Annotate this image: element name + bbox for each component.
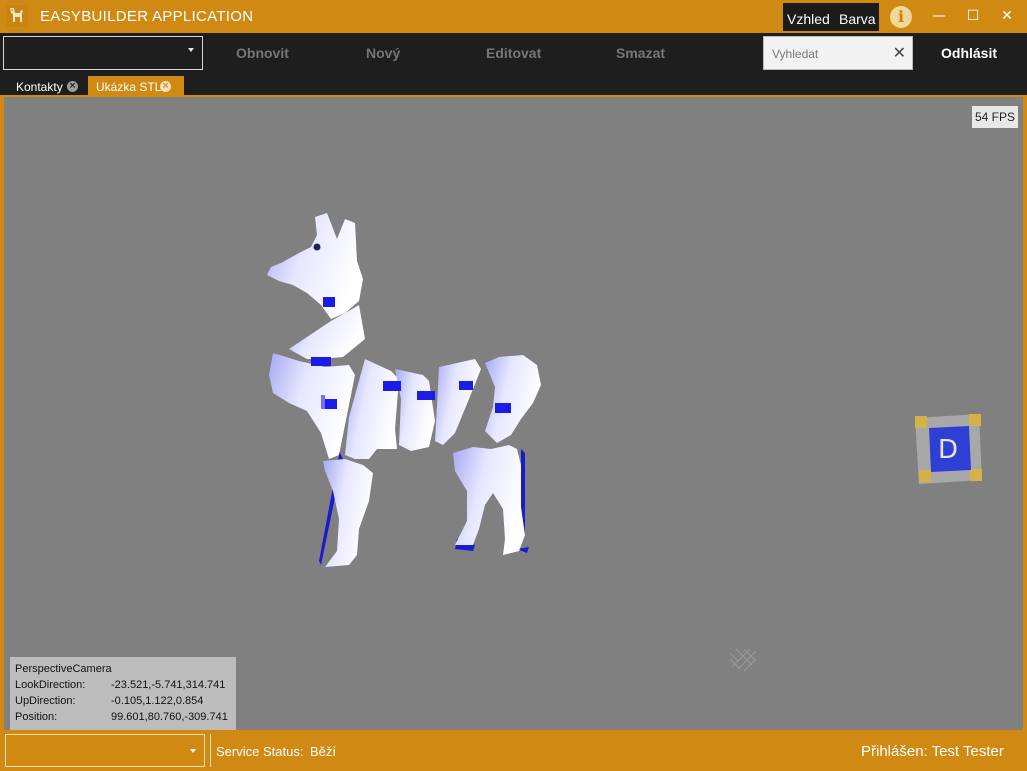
edit-button[interactable]: Editovat [486, 45, 541, 61]
service-status-value: Běží [310, 744, 337, 759]
view-cube-icon[interactable]: D [913, 414, 982, 484]
toolbar: Obnovit Nový Editovat Smazat Vyhledat ✕ … [0, 33, 1027, 73]
3d-viewport[interactable]: 54 FPS D PerspectiveCamera LookDirection… [4, 97, 1023, 730]
chevron-down-icon [188, 48, 194, 52]
logout-button[interactable]: Odhlásit [941, 45, 997, 61]
close-window-button[interactable]: ✕ [998, 7, 1016, 25]
theme-vzhled-button[interactable]: Vzhled [787, 11, 830, 27]
tab-label: Kontakty [16, 80, 63, 94]
clear-search-icon[interactable]: ✕ [893, 43, 906, 62]
viewport-hatch [729, 648, 757, 672]
refresh-button[interactable]: Obnovit [236, 45, 289, 61]
search-input[interactable]: Vyhledat ✕ [763, 36, 913, 70]
tab-strip: Kontakty × Ukázka STL × [0, 73, 1027, 97]
camera-value: -23.521,-5.741,314.741 [111, 679, 226, 691]
tab-label: Ukázka STL [96, 80, 162, 94]
llama-logo-icon [6, 5, 28, 27]
tab-kontakty[interactable]: Kontakty × [8, 76, 88, 97]
app-window: EASYBUILDER APPLICATION Vzhled Barva i —… [0, 0, 1027, 771]
service-status-label: Service Status: [216, 744, 304, 759]
camera-up-direction: UpDirection: -0.105,1.122,0.854 [15, 695, 236, 711]
theme-menu: Vzhled Barva [783, 3, 879, 31]
search-placeholder: Vyhledat [772, 47, 819, 61]
new-button[interactable]: Nový [366, 45, 400, 61]
info-icon[interactable]: i [890, 6, 912, 28]
chevron-down-icon [190, 749, 196, 753]
llama-model-icon[interactable] [259, 209, 549, 569]
record-combo[interactable] [3, 36, 203, 70]
minimize-button[interactable]: — [930, 7, 948, 25]
camera-value: -0.105,1.122,0.854 [111, 695, 204, 707]
fps-counter: 54 FPS [972, 106, 1018, 128]
close-tab-icon[interactable]: × [67, 81, 78, 92]
view-cube-label: D [938, 435, 958, 465]
camera-value: 99.601,80.760,-309.741 [111, 711, 228, 723]
camera-key: LookDirection: [15, 679, 86, 691]
tab-ukazka-stl[interactable]: Ukázka STL × [88, 76, 184, 97]
camera-key: UpDirection: [15, 695, 76, 707]
camera-position: Position: 99.601,80.760,-309.741 [15, 711, 236, 727]
logged-in-user: Přihlášen: Test Tester [861, 743, 1004, 760]
app-title: EASYBUILDER APPLICATION [40, 8, 254, 25]
title-bar[interactable]: EASYBUILDER APPLICATION Vzhled Barva i —… [0, 0, 1027, 33]
status-combo[interactable] [5, 734, 205, 767]
camera-info-panel: PerspectiveCamera LookDirection: -23.521… [10, 657, 236, 730]
maximize-button[interactable]: ☐ [964, 7, 982, 25]
status-divider [210, 734, 211, 767]
theme-barva-button[interactable]: Barva [839, 11, 876, 27]
camera-look-direction: LookDirection: -23.521,-5.741,314.741 [15, 679, 236, 695]
close-tab-icon[interactable]: × [160, 81, 171, 92]
camera-type: PerspectiveCamera [15, 663, 112, 675]
camera-key: Position: [15, 711, 58, 723]
delete-button[interactable]: Smazat [616, 45, 665, 61]
status-bar: Service Status: Běží Přihlášen: Test Tes… [0, 730, 1027, 771]
